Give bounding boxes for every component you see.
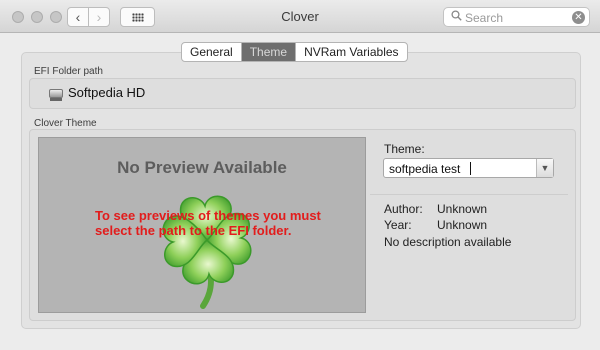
preview-title: No Preview Available	[117, 158, 287, 177]
zoom-window-button[interactable]	[50, 11, 62, 23]
search-input[interactable]	[465, 10, 565, 25]
clear-search-icon[interactable]: ✕	[572, 11, 585, 24]
chevron-down-icon[interactable]: ▼	[536, 159, 553, 177]
chevron-right-icon: ›	[96, 9, 102, 25]
close-window-button[interactable]	[12, 11, 24, 23]
year-value: Unknown	[437, 218, 488, 232]
title-bar: ‹ › Clover ✕	[0, 0, 600, 33]
tab-nvram-variables[interactable]: NVRam Variables	[296, 43, 406, 61]
tab-bar: General Theme NVRam Variables	[181, 42, 408, 62]
theme-select[interactable]: softpedia test ▼	[383, 158, 554, 178]
chevron-left-icon: ‹	[75, 9, 81, 25]
hard-drive-icon	[49, 87, 63, 101]
window-title: Clover	[281, 9, 319, 24]
grid-icon	[132, 13, 144, 22]
text-cursor	[470, 162, 471, 175]
show-all-button[interactable]	[120, 7, 155, 27]
forward-button[interactable]: ›	[88, 7, 110, 27]
author-label: Author:	[384, 202, 423, 216]
theme-description: No description available	[384, 235, 512, 249]
search-field[interactable]: ✕	[443, 7, 590, 27]
clover-theme-label: Clover Theme	[34, 118, 97, 129]
tab-general[interactable]: General	[182, 43, 242, 61]
efi-folder-label: EFI Folder path	[34, 66, 103, 77]
year-label: Year:	[384, 218, 412, 232]
minimize-window-button[interactable]	[31, 11, 43, 23]
theme-label: Theme:	[384, 142, 425, 156]
tab-theme[interactable]: Theme	[241, 43, 297, 61]
theme-select-value[interactable]: softpedia test	[389, 162, 460, 176]
back-button[interactable]: ‹	[67, 7, 89, 27]
preview-message: To see previews of themes you must selec…	[95, 208, 321, 238]
search-icon	[451, 10, 462, 24]
efi-drive-name: Softpedia HD	[68, 85, 146, 100]
theme-preview: No Preview Available To see previews of …	[38, 137, 366, 313]
clover-logo-icon	[162, 195, 252, 309]
author-value: Unknown	[437, 202, 488, 216]
